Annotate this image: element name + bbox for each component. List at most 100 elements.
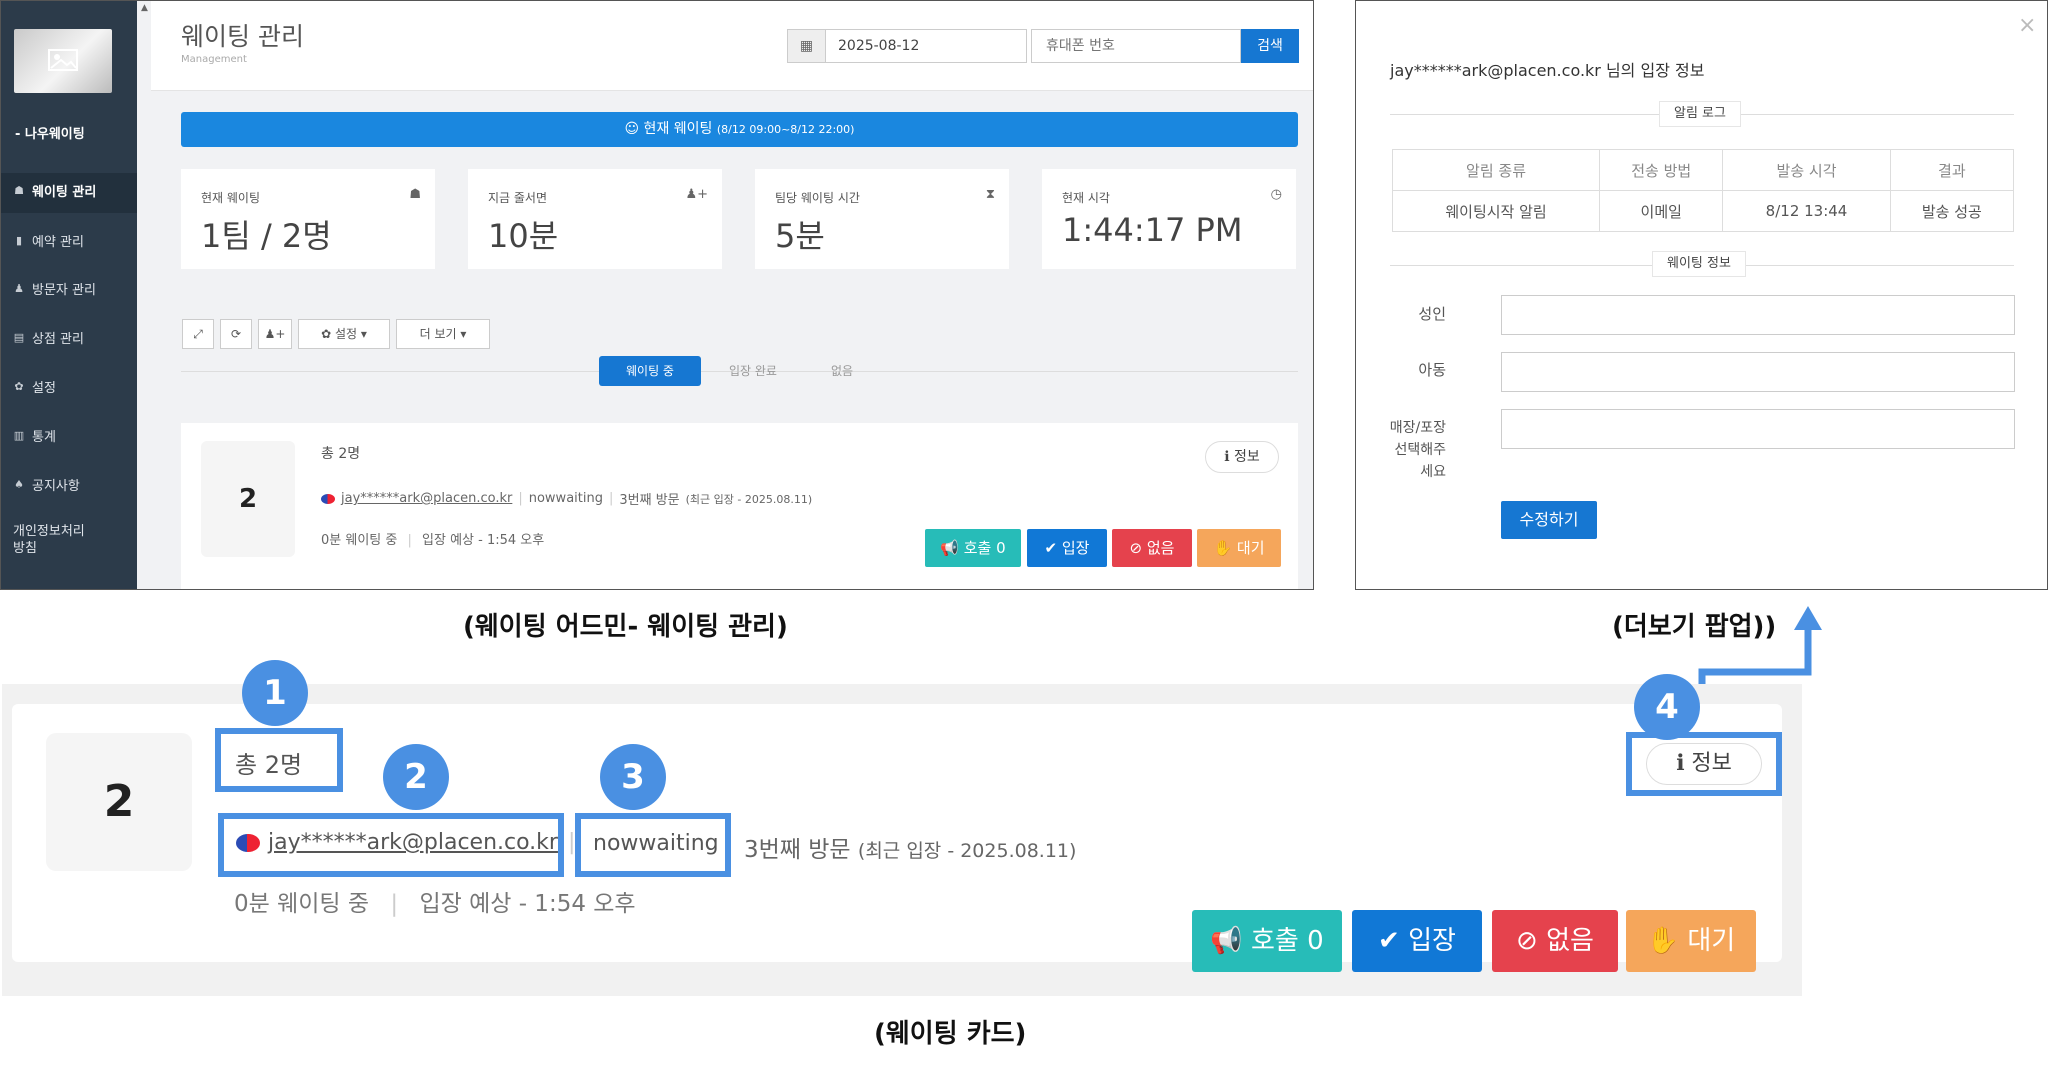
sidebar: - 나우웨이팅 ☗ 웨이팅 관리 ▮ 예약 관리 ♟ 방문자 관리 ▤ 상점 관리 ✿ 설정 ▥ 통계…	[1, 1, 137, 589]
page-subtitle: Management	[181, 54, 247, 65]
info-section-label: 웨이팅 정보	[1652, 251, 1746, 277]
sidebar-item[interactable]: ♟ 방문자 관리	[13, 279, 96, 298]
sidebar-item[interactable]: ▤ 상점 관리	[13, 328, 84, 347]
sidebar-item[interactable]: ▮ 예약 관리	[13, 231, 84, 250]
tab-none[interactable]: 없음	[831, 356, 853, 386]
child-input[interactable]	[1501, 352, 2015, 392]
info-button[interactable]: ℹ 정보	[1205, 441, 1279, 473]
party-total: 총 2명	[321, 446, 361, 462]
stat-label: 현재 웨이팅	[201, 191, 261, 205]
users-icon: ☗	[14, 184, 24, 197]
adult-input[interactable]	[1501, 295, 2015, 335]
sidebar-item-label: 개인정보처리 방침	[13, 524, 85, 556]
customer-email-line: jay******ark@placen.co.kr	[236, 830, 558, 855]
date-picker[interactable]: ▦ 2025-08-12	[787, 29, 1027, 63]
expand-icon[interactable]: ⤢	[182, 319, 214, 349]
log-section-label: 알림 로그	[1659, 101, 1741, 127]
current-waiting-banner: ☺ 현재 웨이팅 (8/12 09:00~8/12 22:00)	[181, 112, 1298, 147]
calendar-icon[interactable]: ▦	[788, 30, 826, 62]
no-show-button[interactable]: ⊘ 없음	[1492, 910, 1618, 972]
sidebar-item[interactable]: ✿ 설정	[13, 377, 56, 396]
sidebar-item-label: 설정	[32, 381, 56, 396]
enter-button[interactable]: ✔ 입장	[1027, 529, 1107, 567]
sidebar-item-label: 통계	[32, 430, 56, 445]
dine-type-label: 매장/포장 선택해주 세요	[1389, 420, 1446, 480]
expected-entry: 입장 예상 - 1:54 오후	[422, 533, 545, 548]
phone-input[interactable]	[1032, 30, 1240, 62]
settings-dropdown[interactable]: ✿ 설정 ▾	[298, 319, 390, 349]
callout-badge-2: 2	[383, 744, 449, 810]
customer-email[interactable]: jay******ark@placen.co.kr	[341, 491, 512, 506]
banner-text: ☺ 현재 웨이팅	[624, 121, 713, 137]
waiting-card-zoom: 2 총 2명 jay******ark@placen.co.kr | nowwa…	[2, 684, 1802, 996]
notification-log-table: 알림 종류 전송 방법 발송 시각 결과 웨이팅시작 알림 이메일 8/12 1…	[1391, 149, 2015, 232]
store-logo[interactable]	[14, 29, 112, 93]
stat-label: 지금 줄서면	[488, 191, 548, 205]
caption-card: (웨이팅 카드)	[874, 1019, 1027, 1049]
top-header: 웨이팅 관리 Management ▦ 2025-08-12 검색	[151, 1, 1313, 91]
child-label: 아동	[1418, 361, 1446, 379]
image-icon	[48, 49, 78, 71]
waiting-minutes: 0분 웨이팅 중	[321, 533, 398, 548]
sidebar-item-label: 예약 관리	[32, 235, 84, 250]
sidebar-item[interactable]: ☗ 웨이팅 관리	[13, 181, 96, 200]
admin-screenshot: - 나우웨이팅 ☗ 웨이팅 관리 ▮ 예약 관리 ♟ 방문자 관리 ▤ 상점 관리 ✿ 설정 ▥ 통계…	[0, 0, 1314, 590]
scroll-up-arrow[interactable]: ▲	[141, 3, 148, 13]
add-user-button[interactable]: ♟+	[258, 319, 292, 349]
gear-icon: ✿	[14, 380, 24, 393]
enter-button[interactable]: ✔ 입장	[1352, 910, 1482, 972]
search-button[interactable]: 검색	[1241, 29, 1299, 63]
hourglass-icon: ⧗	[985, 187, 995, 202]
phone-search-field[interactable]	[1031, 29, 1241, 63]
party-total: 총 2명	[235, 751, 303, 779]
separator: |	[608, 491, 614, 506]
callout-badge-3: 3	[600, 744, 666, 810]
close-icon[interactable]: ×	[2018, 13, 2036, 38]
info-button[interactable]: ℹ 정보	[1646, 743, 1762, 785]
sidebar-item[interactable]: 개인정보처리 방침	[13, 523, 85, 557]
more-popup: × jay******ark@placen.co.kr 님의 입장 정보 알림 …	[1355, 0, 2048, 590]
person-icon: ♟	[14, 282, 24, 295]
customer-email[interactable]: jay******ark@placen.co.kr	[268, 830, 558, 855]
waiting-card-large: 2 총 2명 jay******ark@placen.co.kr | nowwa…	[12, 704, 1782, 972]
separator: |	[407, 533, 412, 548]
recent-entry: (최근 입장 - 2025.08.11)	[857, 840, 1077, 862]
highlight-total: 총 2명	[215, 728, 343, 792]
column-header: 결과	[1889, 149, 2015, 191]
visit-line: 3번째 방문 (최근 입장 - 2025.08.11)	[744, 830, 1076, 864]
stat-label: 팀당 웨이팅 시간	[775, 191, 860, 205]
group-icon: ☗	[409, 187, 421, 202]
hold-button[interactable]: ✋ 대기	[1626, 910, 1756, 972]
save-button[interactable]: 수정하기	[1501, 501, 1597, 539]
highlight-email: jay******ark@placen.co.kr	[218, 813, 564, 877]
hold-button[interactable]: ✋ 대기	[1197, 529, 1281, 567]
sidebar-item-label: 공지사항	[32, 479, 80, 494]
callout-badge-1: 1	[242, 660, 308, 726]
tab-waiting[interactable]: 웨이팅 중	[599, 356, 701, 386]
separator: |	[518, 491, 523, 506]
stat-current-waiting: 현재 웨이팅 ☗ 1팀 / 2명	[181, 169, 435, 269]
wait-status-line: 0분 웨이팅 중 | 입장 예상 - 1:54 오후	[234, 884, 636, 918]
stat-label: 현재 시각	[1062, 191, 1110, 205]
sidebar-item[interactable]: ▥ 통계	[13, 426, 56, 445]
more-dropdown[interactable]: 더 보기 ▾	[396, 319, 490, 349]
add-user-icon: ♟+	[685, 187, 708, 202]
dine-type-input[interactable]	[1501, 409, 2015, 449]
caption-admin: (웨이팅 어드민- 웨이팅 관리)	[463, 612, 788, 642]
tab-entered[interactable]: 입장 완료	[729, 356, 777, 386]
call-button[interactable]: 📢 호출 0	[1192, 910, 1342, 972]
call-button[interactable]: 📢 호출 0	[925, 529, 1021, 567]
refresh-icon[interactable]: ⟳	[220, 319, 252, 349]
source-label: nowwaiting	[528, 491, 603, 506]
sidebar-brand[interactable]: - 나우웨이팅	[15, 123, 85, 142]
expected-entry: 입장 예상 - 1:54 오후	[419, 891, 636, 917]
no-show-button[interactable]: ⊘ 없음	[1112, 529, 1192, 567]
customer-line: jay******ark@placen.co.kr | nowwaiting |…	[321, 489, 812, 508]
separator: |	[390, 891, 399, 917]
waiting-number: 2	[201, 441, 295, 557]
sidebar-item[interactable]: ♠ 공지사항	[13, 475, 80, 494]
column-header: 발송 시각	[1722, 149, 1891, 191]
table-row: 웨이팅시작 알림 이메일 8/12 13:44 발송 성공	[1391, 190, 2015, 232]
highlight-info: ℹ 정보	[1626, 732, 1782, 796]
table-cell: 발송 성공	[1889, 190, 2015, 232]
